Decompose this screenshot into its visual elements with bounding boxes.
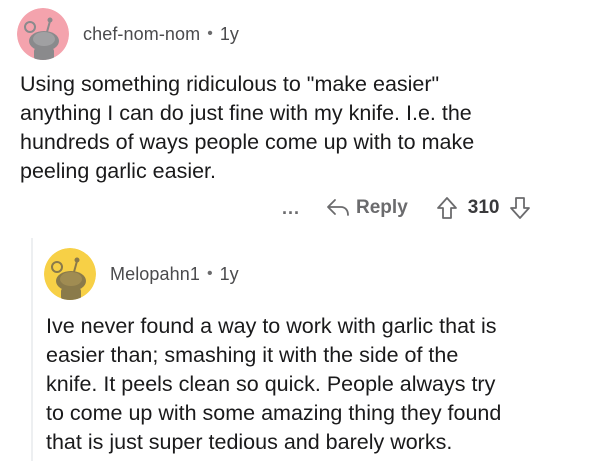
vote-count: 310 xyxy=(467,197,500,218)
comment-age[interactable]: 1y xyxy=(220,264,239,285)
separator-dot: • xyxy=(206,265,213,282)
snoo-avatar-icon xyxy=(44,248,96,300)
comment-body: Using something ridiculous to "make easi… xyxy=(20,72,475,183)
comment-actions: ... Reply 310 xyxy=(282,192,531,224)
reply-label: Reply xyxy=(356,197,408,218)
downvote-arrow-icon[interactable] xyxy=(509,196,531,220)
comment-header: chef-nom-nom • 1y xyxy=(17,8,239,60)
comment-username[interactable]: chef-nom-nom xyxy=(83,24,200,45)
upvote-arrow-icon[interactable] xyxy=(436,196,458,220)
comment-username[interactable]: Melopahn1 xyxy=(110,264,200,285)
avatar[interactable] xyxy=(44,248,96,300)
separator-dot: • xyxy=(207,25,213,42)
comment-body: Ive never found a way to work with garli… xyxy=(46,314,502,454)
comment-thread: chef-nom-nom • 1y Using something ridicu… xyxy=(0,0,599,461)
reply-arrow-icon xyxy=(327,199,349,216)
avatar[interactable] xyxy=(17,8,69,60)
vote-controls: 310 xyxy=(436,196,532,220)
comment-header: Melopahn1 • 1y xyxy=(44,248,239,300)
more-options-button[interactable]: ... xyxy=(282,198,300,219)
thread-line[interactable] xyxy=(31,238,33,461)
comment-age[interactable]: 1y xyxy=(220,24,239,45)
reply-button[interactable]: Reply xyxy=(326,197,408,219)
snoo-avatar-icon xyxy=(17,8,69,60)
